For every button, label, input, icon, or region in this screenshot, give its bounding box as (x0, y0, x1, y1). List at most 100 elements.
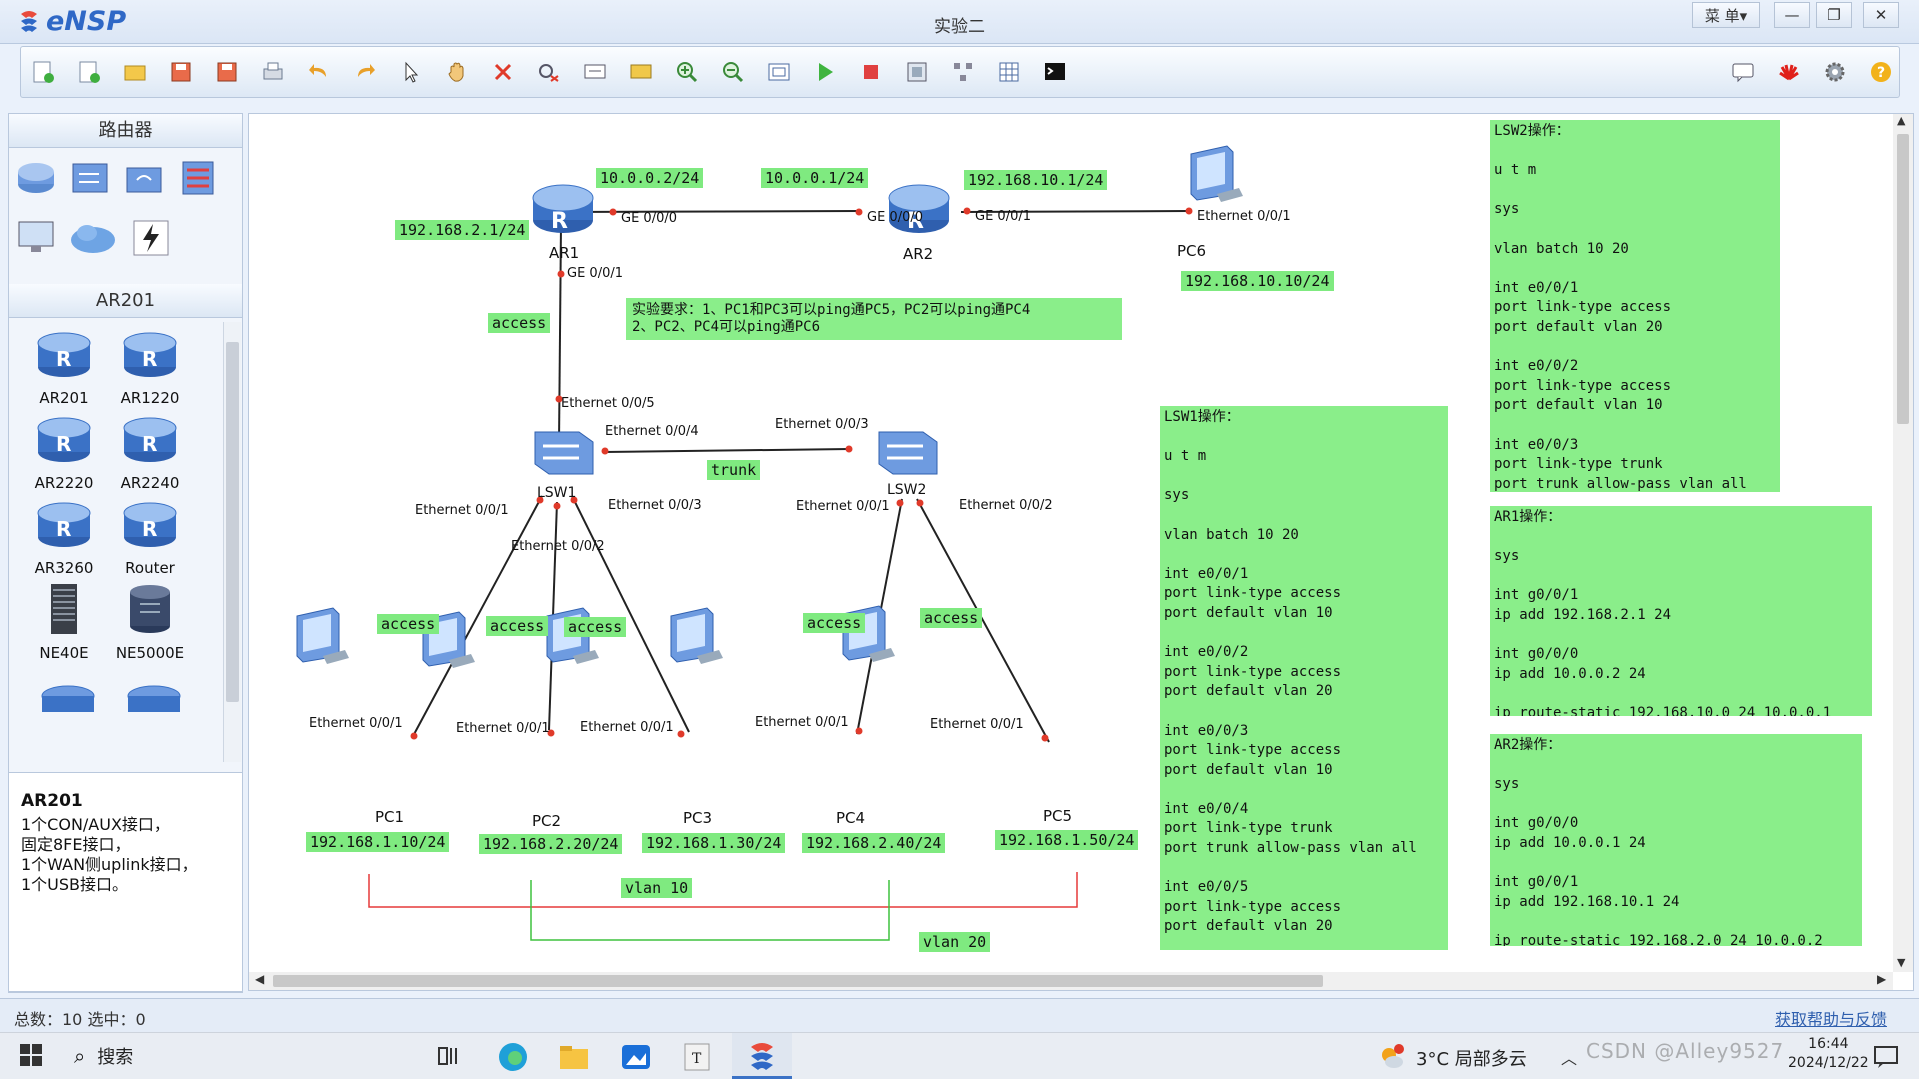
fit-window-button[interactable] (763, 56, 795, 88)
device-name-ar1[interactable]: AR1 (549, 244, 579, 262)
link-type-label[interactable]: access (920, 608, 983, 628)
new-topology-button[interactable] (27, 56, 59, 88)
start-device-button[interactable] (809, 56, 841, 88)
windows-start-icon[interactable] (20, 1044, 42, 1066)
scroll-left-arrow-icon[interactable]: ◀ (255, 972, 264, 986)
scroll-right-arrow-icon[interactable]: ▶ (1877, 972, 1886, 986)
pan-tool-button[interactable] (441, 56, 473, 88)
horizontal-scrollbar-thumb[interactable] (273, 975, 1323, 987)
firewall-category-icon[interactable] (177, 158, 219, 198)
close-button[interactable]: ✕ (1863, 2, 1899, 28)
weather-icon[interactable] (1377, 1043, 1405, 1071)
scrollbar-thumb[interactable] (226, 342, 239, 702)
undo-button[interactable] (303, 56, 335, 88)
ip-label-ar1-lan[interactable]: 192.168.2.1/24 (395, 220, 530, 240)
device-item[interactable]: NE5000E (105, 584, 195, 662)
palette-button[interactable] (625, 56, 657, 88)
cloud-category-icon[interactable] (69, 218, 117, 258)
link-type-label[interactable]: access (377, 614, 440, 634)
switch-category-icon[interactable] (69, 158, 111, 198)
ar2-config-note[interactable]: AR2操作： sys int g0/0/0 ip add 10.0.0.1 24… (1490, 734, 1862, 946)
ensp-taskbar-button[interactable] (732, 1033, 792, 1079)
save-as-button[interactable] (211, 56, 243, 88)
vlan-label[interactable]: vlan 10 (621, 878, 693, 898)
horizontal-scrollbar[interactable]: ◀ ▶ (249, 972, 1893, 990)
device-name-pc1[interactable]: PC1 (375, 808, 404, 826)
device-item[interactable]: NE40E (19, 584, 109, 662)
device-name-pc2[interactable]: PC2 (532, 812, 561, 830)
device-name-pc3[interactable]: PC3 (683, 809, 712, 827)
requirement-note[interactable]: 实验要求：1、PC1和PC3可以ping通PC5，PC2可以ping通PC4 2、… (626, 298, 1122, 340)
redo-button[interactable] (349, 56, 381, 88)
file-explorer-icon[interactable] (558, 1041, 590, 1073)
settings-button[interactable] (1819, 56, 1851, 88)
wlan-category-icon[interactable] (123, 158, 165, 198)
topology-canvas[interactable]: R R AR1 AR2 LSW1 LSW2 PC6 PC1 PC2 PC3 PC… (248, 113, 1914, 991)
lsw1-config-note[interactable]: LSW1操作： u t m sys vlan batch 10 20 int e… (1160, 406, 1448, 950)
device-item[interactable]: R AR3260 (19, 499, 109, 577)
taskbar-search[interactable]: ⌕ 搜索 (58, 1033, 418, 1079)
delete-button[interactable] (487, 56, 519, 88)
zoom-in-button[interactable] (671, 56, 703, 88)
device-item[interactable]: R Router (105, 499, 195, 577)
device-name-pc5[interactable]: PC5 (1043, 807, 1072, 825)
more-device-icon[interactable] (109, 682, 199, 712)
scroll-down-arrow-icon[interactable]: ▼ (1897, 956, 1905, 969)
device-name-lsw1[interactable]: LSW1 (537, 485, 576, 501)
minimize-button[interactable]: — (1774, 2, 1810, 28)
device-item[interactable]: R AR1220 (105, 329, 195, 407)
device-name-lsw2[interactable]: LSW2 (887, 482, 926, 498)
help-button[interactable]: ? (1865, 56, 1897, 88)
new-example-button[interactable] (73, 56, 105, 88)
ip-label-pc2[interactable]: 192.168.2.20/24 (479, 834, 623, 854)
topology-button[interactable] (947, 56, 979, 88)
link-type-label[interactable]: access (564, 617, 627, 637)
delete-link-button[interactable] (533, 56, 565, 88)
grid-button[interactable] (993, 56, 1025, 88)
device-item[interactable]: R AR2220 (19, 414, 109, 492)
help-feedback-link[interactable]: 获取帮助与反馈 (1775, 1006, 1887, 1030)
print-button[interactable] (257, 56, 289, 88)
ip-label-ar2-lan[interactable]: 192.168.10.1/24 (964, 170, 1108, 190)
ar1-config-note[interactable]: AR1操作： sys int g0/0/1 ip add 192.168.2.1… (1490, 506, 1872, 716)
console-button[interactable] (1039, 56, 1071, 88)
ip-label-pc4[interactable]: 192.168.2.40/24 (802, 833, 946, 853)
vertical-scrollbar-thumb[interactable] (1897, 134, 1909, 424)
more-router-icon[interactable] (23, 682, 113, 712)
ip-label-ar1-wan[interactable]: 10.0.0.2/24 (596, 168, 704, 188)
vertical-scrollbar[interactable]: ▲ ▼ (1893, 114, 1913, 972)
huawei-button[interactable] (1773, 56, 1805, 88)
menu-button[interactable]: 菜 单▾ (1692, 2, 1760, 28)
task-view-icon[interactable] (436, 1043, 462, 1069)
connection-category-icon[interactable] (131, 218, 171, 258)
link-type-label[interactable]: access (488, 313, 551, 333)
link-type-label[interactable]: access (803, 613, 866, 633)
device-name-pc4[interactable]: PC4 (836, 809, 865, 827)
chat-button[interactable] (1727, 56, 1759, 88)
device-item[interactable]: R AR201 (19, 329, 109, 407)
tray-chevron-icon[interactable]: ︿ (1561, 1045, 1577, 1069)
text-tool-button[interactable] (579, 56, 611, 88)
ip-label-pc6[interactable]: 192.168.10.10/24 (1181, 271, 1334, 291)
capture-button[interactable] (901, 56, 933, 88)
device-name-ar2[interactable]: AR2 (903, 245, 933, 263)
ip-label-pc3[interactable]: 192.168.1.30/24 (642, 833, 786, 853)
ip-label-pc1[interactable]: 192.168.1.10/24 (306, 832, 450, 852)
vlan-label[interactable]: vlan 20 (919, 932, 991, 952)
router-category-icon[interactable] (15, 158, 57, 198)
lsw2-config-note[interactable]: LSW2操作： u t m sys vlan batch 10 20 int e… (1490, 120, 1780, 492)
edge-browser-icon[interactable] (497, 1041, 529, 1073)
ip-label-ar2-wan[interactable]: 10.0.0.1/24 (761, 168, 869, 188)
device-name-pc6[interactable]: PC6 (1177, 242, 1206, 260)
stop-device-button[interactable] (855, 56, 887, 88)
text-app-icon[interactable]: T (681, 1041, 713, 1073)
notification-icon[interactable] (1872, 1043, 1900, 1071)
scroll-up-arrow-icon[interactable]: ▲ (1897, 114, 1905, 127)
end-device-category-icon[interactable] (15, 218, 57, 258)
select-tool-button[interactable] (395, 56, 427, 88)
save-button[interactable] (165, 56, 197, 88)
link-type-label[interactable]: access (486, 616, 549, 636)
restore-button[interactable]: ❐ (1816, 2, 1852, 28)
device-item[interactable]: R AR2240 (105, 414, 195, 492)
device-list-scrollbar[interactable] (223, 322, 241, 762)
